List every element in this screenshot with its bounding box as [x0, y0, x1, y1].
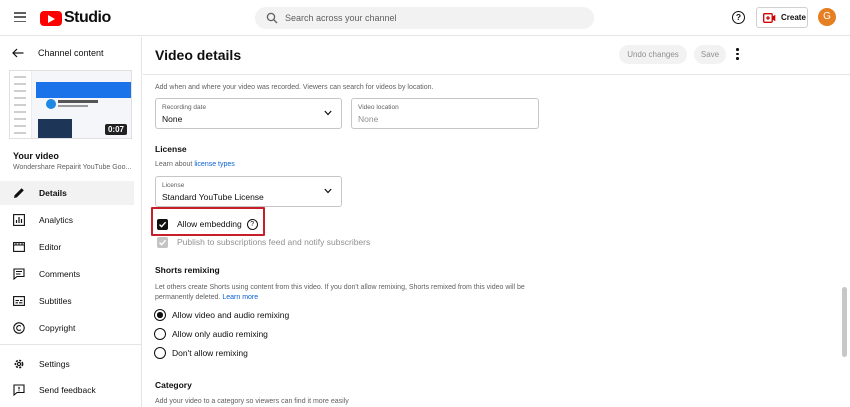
menu-icon[interactable] [14, 12, 26, 23]
youtube-logo-icon [40, 10, 62, 26]
license-field-value: Standard YouTube License [162, 192, 264, 202]
sidebar-item-label: Send feedback [39, 385, 96, 395]
video-name: Wondershare Repairit YouTube Goo... [13, 164, 132, 171]
shorts-remixing-title: Shorts remixing [155, 265, 220, 275]
your-video-label: Your video [13, 151, 59, 161]
sidebar-item-details[interactable]: Details [0, 181, 134, 205]
page-title: Video details [155, 47, 242, 63]
sidebar-item-comments[interactable]: Comments [0, 262, 134, 286]
radio-label: Don't allow remixing [172, 348, 248, 358]
back-to-channel-content[interactable]: Channel content [12, 46, 104, 60]
radio-selected-icon [154, 309, 166, 321]
sidebar-item-send-feedback[interactable]: Send feedback [0, 378, 134, 402]
radio-unselected-icon [154, 347, 166, 359]
shorts-description-line2: permanently deleted. Learn more [155, 294, 259, 301]
allow-embedding-label: Allow embedding [177, 219, 242, 229]
recording-date-value: None [162, 114, 183, 124]
sidebar-item-label: Details [39, 188, 67, 198]
video-plus-icon [763, 12, 776, 23]
sidebar-item-label: Copyright [39, 323, 76, 333]
feedback-icon [13, 384, 25, 396]
video-location-label: Video location [358, 104, 399, 111]
learn-more-link[interactable]: Learn more [222, 294, 258, 301]
sidebar-item-subtitles[interactable]: Subtitles [0, 289, 134, 313]
help-icon[interactable]: ? [246, 218, 258, 230]
publish-to-subscriptions-label: Publish to subscriptions feed and notify… [177, 237, 371, 247]
editor-icon [13, 241, 25, 253]
back-label: Channel content [38, 48, 104, 58]
video-thumbnail[interactable]: 0:07 [9, 70, 132, 139]
top-bar: Studio Search across your channel ? Crea… [0, 0, 850, 36]
sidebar-item-label: Analytics [39, 215, 74, 225]
search-input[interactable]: Search across your channel [255, 7, 594, 29]
allow-embedding-checkbox[interactable]: Allow embedding ? [157, 217, 258, 231]
sidebar-item-label: Editor [39, 242, 62, 252]
main-content: Video details Undo changes Save Add when… [143, 37, 850, 407]
category-description: Add your video to a category so viewers … [155, 398, 349, 405]
subtitles-icon [13, 295, 25, 307]
category-title: Category [155, 380, 192, 390]
license-description: Learn about license types [155, 161, 235, 168]
studio-logo[interactable]: Studio [40, 8, 111, 28]
pencil-icon [13, 187, 25, 199]
license-types-link[interactable]: license types [194, 161, 234, 168]
search-icon [261, 7, 283, 29]
chevron-down-icon [324, 188, 332, 194]
radio-allow-video-audio-remixing[interactable]: Allow video and audio remixing [154, 308, 289, 322]
sidebar-item-copyright[interactable]: Copyright [0, 316, 134, 340]
radio-dont-allow-remixing[interactable]: Don't allow remixing [154, 346, 248, 360]
comments-icon [13, 268, 25, 280]
shorts-description-line1: Let others create Shorts using content f… [155, 284, 525, 291]
sidebar-item-settings[interactable]: Settings [0, 352, 134, 376]
search-placeholder: Search across your channel [285, 13, 397, 23]
help-icon[interactable]: ? [732, 11, 745, 24]
sidebar-item-analytics[interactable]: Analytics [0, 208, 134, 232]
radio-label: Allow only audio remixing [172, 329, 268, 339]
analytics-icon [13, 214, 25, 226]
logo-text: Studio [64, 9, 111, 26]
checkbox-disabled-icon [157, 236, 168, 248]
arrow-back-icon [12, 48, 24, 58]
recording-date-dropdown[interactable]: Recording date None [155, 98, 342, 129]
video-location-value: None [358, 114, 379, 124]
recording-date-label: Recording date [162, 104, 207, 111]
radio-allow-audio-remixing[interactable]: Allow only audio remixing [154, 327, 268, 341]
license-title: License [155, 144, 187, 154]
radio-unselected-icon [154, 328, 166, 340]
more-options-icon[interactable] [735, 48, 739, 62]
license-field-label: License [162, 182, 185, 189]
undo-changes-button[interactable]: Undo changes [619, 45, 687, 64]
gear-icon [13, 358, 25, 370]
publish-to-subscriptions-checkbox[interactable]: Publish to subscriptions feed and notify… [157, 235, 370, 249]
video-location-field[interactable]: Video location None [351, 98, 539, 129]
sidebar-divider [0, 344, 142, 345]
sidebar: Channel content 0:07 Your video Wondersh… [0, 37, 142, 407]
radio-label: Allow video and audio remixing [172, 310, 290, 320]
chevron-down-icon [324, 110, 332, 116]
license-dropdown[interactable]: License Standard YouTube License [155, 176, 342, 207]
copyright-icon [13, 322, 25, 334]
main-scrollbar[interactable] [842, 287, 847, 357]
video-duration: 0:07 [104, 124, 127, 135]
create-label: Create [781, 13, 806, 22]
sidebar-item-label: Settings [39, 359, 70, 369]
header-divider [143, 74, 850, 75]
create-button[interactable]: Create [756, 7, 808, 28]
avatar[interactable]: G [818, 8, 836, 26]
recording-description: Add when and where your video was record… [155, 84, 434, 91]
save-button[interactable]: Save [694, 45, 726, 64]
checkbox-checked-icon [157, 218, 168, 230]
sidebar-item-label: Subtitles [39, 296, 72, 306]
sidebar-item-label: Comments [39, 269, 81, 279]
sidebar-item-editor[interactable]: Editor [0, 235, 134, 259]
